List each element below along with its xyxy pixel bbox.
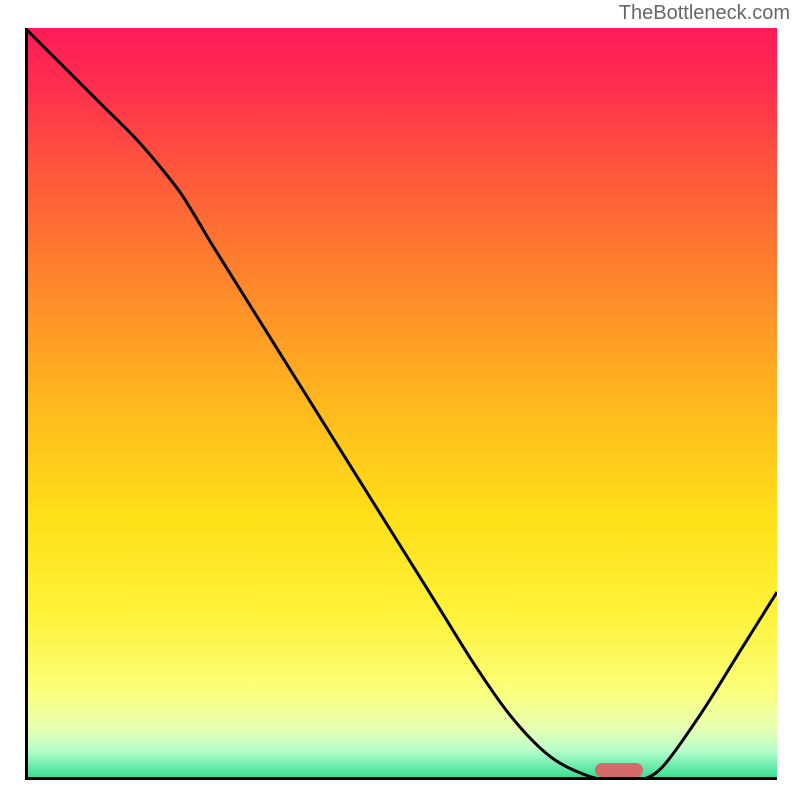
plot-area xyxy=(25,28,777,780)
optimal-marker xyxy=(595,763,643,777)
bottleneck-curve xyxy=(25,28,777,780)
watermark-text: TheBottleneck.com xyxy=(619,2,790,25)
